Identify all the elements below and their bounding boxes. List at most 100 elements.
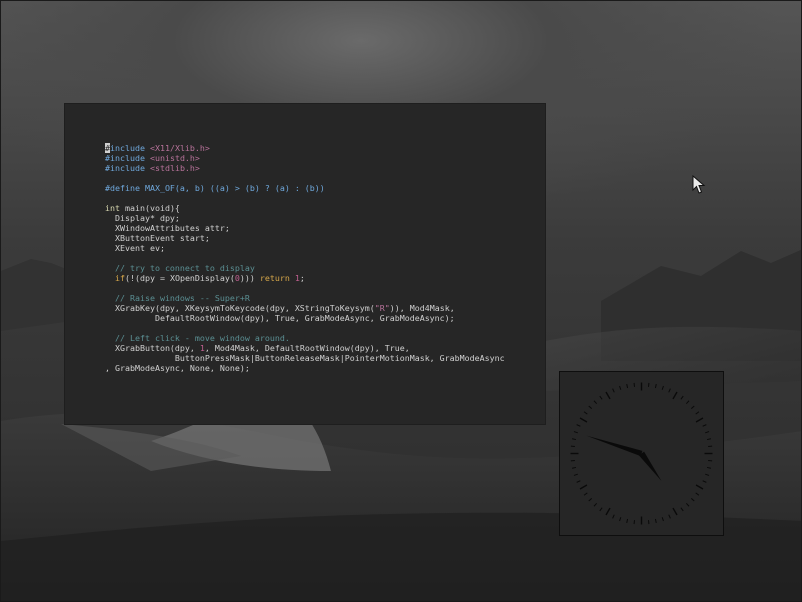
clock-tick — [612, 388, 615, 393]
clock-tick — [583, 492, 588, 496]
clock-tick — [619, 517, 622, 522]
clock-tick — [690, 497, 695, 502]
code-line: , GrabModeAsync, None, None); — [105, 363, 505, 373]
code-token: XGrabButton(dpy, — [105, 343, 200, 353]
clock-tick — [583, 411, 588, 415]
code-token: // Left click - move window around. — [105, 333, 290, 343]
clock-tick — [695, 417, 704, 423]
code-token: #include — [105, 153, 150, 163]
clock-tick — [706, 466, 712, 469]
code-token: <X11/Xlib.h> — [149, 143, 210, 153]
clock-tick — [626, 518, 629, 524]
clock-tick — [685, 400, 690, 405]
clock-tick — [593, 400, 598, 405]
desktop[interactable]: #include <X11/Xlib.h> #include <unistd.h>… — [0, 0, 802, 602]
code-token: if — [115, 273, 125, 283]
code-token: Display* dpy; — [105, 213, 180, 223]
code-token: ; — [299, 273, 305, 283]
code-token: <unistd.h> — [149, 153, 200, 163]
code-token: main(void){ — [124, 203, 180, 213]
code-line: // Raise windows -- Super+R — [105, 293, 505, 303]
clock-face — [570, 382, 713, 525]
mouse-pointer-icon — [692, 175, 706, 194]
code-line: DefaultRootWindow(dpy), True, GrabModeAs… — [105, 313, 505, 323]
clock-tick — [672, 507, 678, 516]
clock-tick — [619, 385, 622, 390]
clock-tick — [626, 383, 629, 389]
code-token: ))) — [239, 273, 260, 283]
code-line: XButtonEvent start; — [105, 233, 505, 243]
clock-tick — [705, 431, 710, 434]
code-token: , Mod4Mask, DefaultRootWindow(dpy), True… — [204, 343, 410, 353]
code-token: // try to connect to display — [105, 263, 255, 273]
clock-tick — [654, 518, 657, 524]
code-token: return — [259, 273, 295, 283]
clock-tick — [690, 405, 695, 410]
clock-tick — [695, 411, 700, 415]
clock-tick — [654, 383, 657, 389]
clock-tick — [579, 484, 588, 490]
code-token: ButtonPressMask|ButtonReleaseMask|Pointe… — [105, 353, 505, 363]
clock-tick — [599, 395, 603, 400]
code-token: <stdlib.h> — [149, 163, 200, 173]
code-token: "R" — [374, 303, 390, 313]
clock-tick — [680, 507, 684, 512]
code-line: Display* dpy; — [105, 213, 505, 223]
code-line: XGrabKey(dpy, XKeysymToKeycode(dpy, XStr… — [105, 303, 505, 313]
code-line: #include <stdlib.h> — [105, 163, 505, 173]
code-token: XEvent ev; — [105, 243, 165, 253]
clock-tick — [705, 473, 710, 476]
clock-tick — [599, 507, 603, 512]
clock-tick — [668, 388, 671, 393]
code-line: XEvent ev; — [105, 243, 505, 253]
clock-hour-hand — [638, 451, 662, 482]
code-line: int main(void){ — [105, 203, 505, 213]
terminal-code[interactable]: #include <X11/Xlib.h> #include <unistd.h>… — [105, 143, 505, 373]
clock-tick — [588, 497, 593, 502]
code-line: if(!(dpy = XOpenDisplay(0))) return 1; — [105, 273, 505, 283]
code-token: // Raise windows -- Super+R — [105, 293, 250, 303]
clock-tick — [579, 417, 588, 423]
clock-tick — [612, 514, 615, 519]
clock-tick — [573, 473, 578, 476]
clock-tick — [588, 405, 593, 410]
clock-tick — [661, 385, 664, 390]
clock-tick — [706, 438, 712, 441]
clock-minute-hand — [586, 435, 643, 457]
code-token: XWindowAttributes attr; — [105, 223, 230, 233]
clock-tick — [668, 514, 671, 519]
clock-tick — [573, 431, 578, 434]
code-token: , GrabModeAsync, None, None); — [105, 363, 250, 373]
code-token: DefaultRootWindow(dpy), True, GrabModeAs… — [105, 313, 455, 323]
clock-tick — [605, 507, 611, 516]
code-line: XGrabButton(dpy, 1, Mod4Mask, DefaultRoo… — [105, 343, 505, 353]
clock-tick — [661, 517, 664, 522]
clock-tick — [695, 484, 704, 490]
clock-tick — [702, 424, 707, 427]
clock-tick — [695, 492, 700, 496]
code-token: )), Mod4Mask, — [389, 303, 455, 313]
code-line: // try to connect to display — [105, 263, 505, 273]
clock-tick — [571, 438, 577, 441]
code-line: #include <X11/Xlib.h> — [105, 143, 505, 153]
terminal-window[interactable]: #include <X11/Xlib.h> #include <unistd.h>… — [65, 104, 545, 424]
clock-tick — [680, 395, 684, 400]
clock-tick — [593, 502, 598, 507]
code-token: (!(dpy = XOpenDisplay( — [125, 273, 235, 283]
clock-tick — [571, 466, 577, 469]
code-token: XGrabKey(dpy, XKeysymToKeycode(dpy, XStr… — [105, 303, 375, 313]
code-line: ButtonPressMask|ButtonReleaseMask|Pointe… — [105, 353, 505, 363]
code-token: include — [110, 143, 150, 153]
clock-tick — [576, 480, 581, 483]
code-token: #define MAX_OF(a, b) ((a) > (b) ? (a) : … — [105, 183, 325, 193]
clock-tick — [685, 502, 690, 507]
code-line: XWindowAttributes attr; — [105, 223, 505, 233]
clock-tick — [672, 391, 678, 400]
code-line: #define MAX_OF(a, b) ((a) > (b) ? (a) : … — [105, 183, 505, 193]
clock-tick — [576, 424, 581, 427]
